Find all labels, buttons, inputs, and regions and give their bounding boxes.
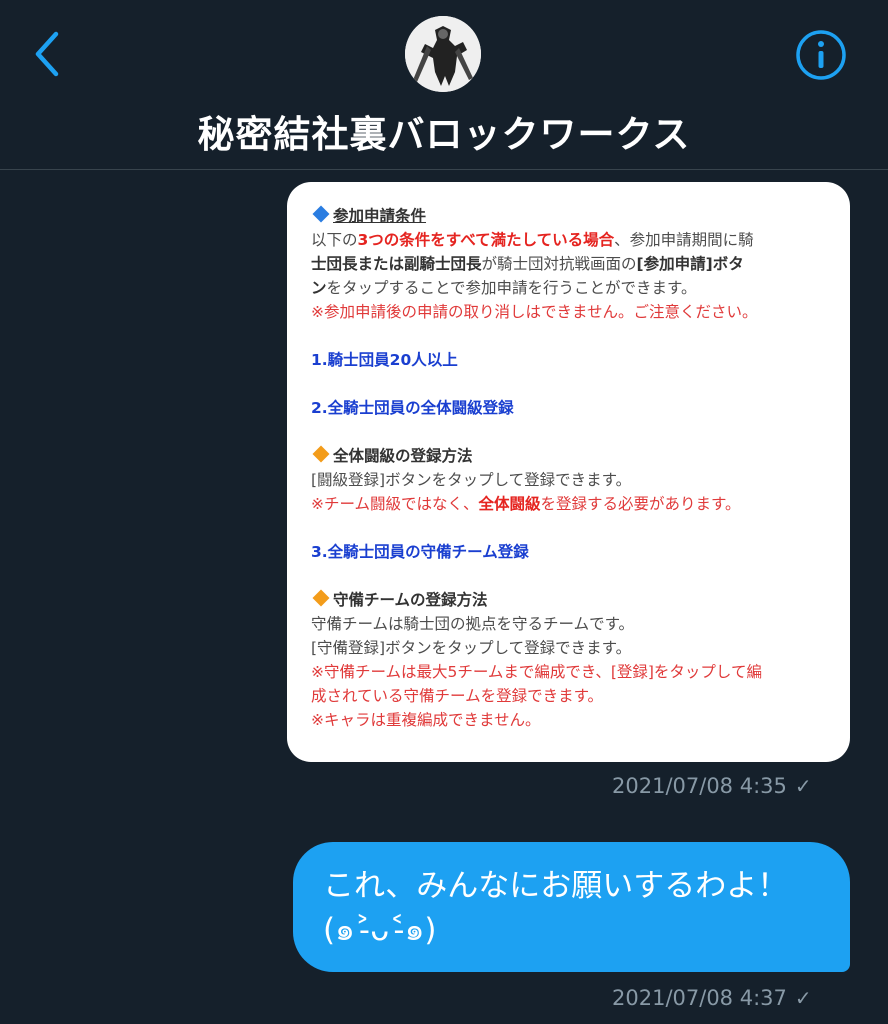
check-icon: ✓ [794,986,812,1010]
chevron-left-icon [35,31,59,77]
conversation-title: 秘密結社裏バロックワークス [197,113,691,156]
condition-2: 2.全騎士団員の全体闘級登録 [311,399,514,417]
message-line-2: (๑˃̵ᴗ˂̵๑) [323,912,437,948]
text-span: を登録する必要があります。 [540,495,741,513]
highlight-span: 3つの条件をすべて満たしている場合 [357,231,615,249]
image-warning-line: ※チーム闘級ではなく、全体闘級を登録する必要があります。 [311,492,830,516]
back-button[interactable] [26,28,70,80]
text-span: ※チーム闘級ではなく、 [311,495,479,513]
blue-diamond-icon [312,205,330,223]
image-text-line: 守備チームは騎士団の拠点を守るチームです。 [311,615,635,633]
image-text-line: 以下の3つの条件をすべて満たしている場合、参加申請期間に騎 [311,228,830,252]
orange-diamond-icon [312,589,330,607]
text-span: が騎士団対抗戦画面の [481,255,637,273]
image-text-line: [守備登録]ボタンをタップして登録できます。 [311,639,632,657]
info-icon [796,30,846,80]
message-timestamp: 2021/07/08 4:37 ✓ [612,986,812,1010]
image-warning-line: ※参加申請後の申請の取り消しはできません。ご注意ください。 [311,303,758,321]
image-heading-line: 参加申請条件 [311,204,830,228]
sub-heading-line: 守備チームの登録方法 [311,588,830,612]
timestamp-text: 2021/07/08 4:37 [612,986,787,1010]
info-button[interactable] [794,28,848,82]
bold-span: ン [311,279,327,297]
image-warning-line: ※守備チームは最大5チームまで編成でき、[登録]をタップして編 [311,663,762,681]
image-warning-line: ※キャラは重複編成できません。 [311,711,541,729]
condition-3: 3.全騎士団員の守備チーム登録 [311,543,529,561]
bold-span: 士団長または副騎士団長 [311,255,482,273]
check-icon: ✓ [794,774,812,798]
text-message[interactable]: これ、みんなにお願いするわよ！ (๑˃̵ᴗ˂̵๑) [293,842,850,972]
condition-1: 1.騎士団員20人以上 [311,351,458,369]
message-timestamp: 2021/07/08 4:35 ✓ [612,774,812,798]
timestamp-text: 2021/07/08 4:35 [612,774,787,798]
conversation-header: 秘密結社裏バロックワークス [0,0,888,170]
image-text-line: 士団長または副騎士団長が騎士団対抗戦画面の[参加申請]ボタ [311,252,830,276]
text-span: 、参加申請期間に騎 [614,231,754,249]
sub-heading-line: 全体闘級の登録方法 [311,444,830,468]
highlight-span: 全体闘級 [478,495,541,513]
sub-heading: 全体闘級の登録方法 [333,447,473,465]
group-avatar[interactable] [405,16,481,92]
bold-span: [参加申請]ボタ [636,255,744,273]
image-text-line: [闘級登録]ボタンをタップして登録できます。 [311,471,632,489]
text-span: をタップすることで参加申請を行うことができます。 [326,279,697,297]
image-text-line: ンをタップすることで参加申請を行うことができます。 [311,276,830,300]
image-warning-line: 成されている守備チームを登録できます。 [311,687,604,705]
message-line-1: これ、みんなにお願いするわよ！ [323,868,789,904]
sub-heading: 守備チームの登録方法 [333,591,488,609]
image-heading: 参加申請条件 [333,207,427,225]
image-message[interactable]: 参加申請条件 以下の3つの条件をすべて満たしている場合、参加申請期間に騎 士団長… [287,182,850,762]
orange-diamond-icon [312,445,330,463]
avatar-image [405,16,481,92]
text-span: 以下の [311,231,358,249]
